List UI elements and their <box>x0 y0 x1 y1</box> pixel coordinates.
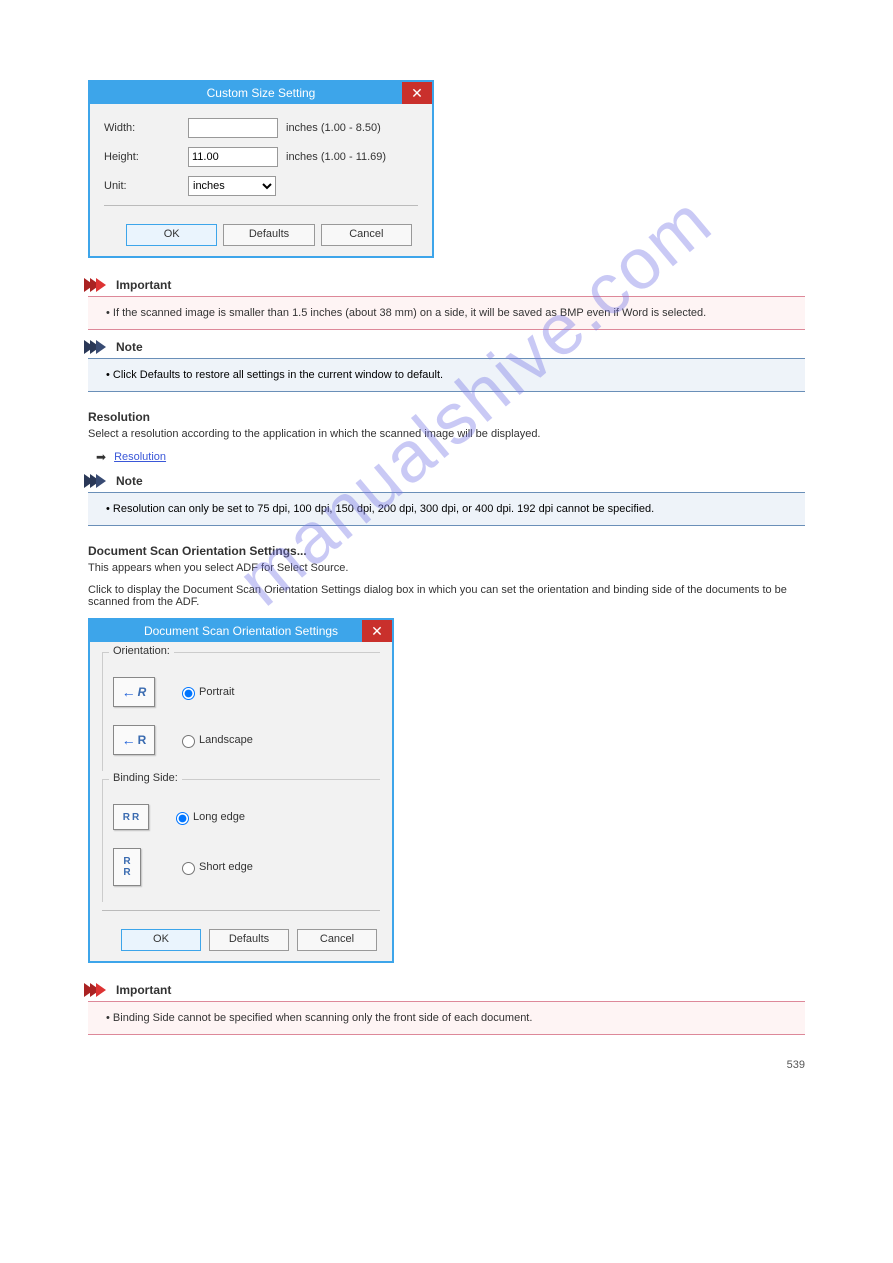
width-label: Width: <box>104 122 188 134</box>
ok-button[interactable]: OK <box>126 224 217 246</box>
important-text: If the scanned image is smaller than 1.5… <box>106 307 787 319</box>
width-range: inches (1.00 - 8.50) <box>286 122 381 134</box>
chevron-icon <box>88 278 106 292</box>
short-edge-radio[interactable]: Short edge <box>177 859 253 875</box>
landscape-radio[interactable]: Landscape <box>177 732 253 748</box>
short-edge-icon: RR <box>113 848 141 886</box>
resolution-term: Resolution <box>88 410 805 424</box>
resolution-link[interactable]: Resolution <box>114 451 166 463</box>
close-button[interactable]: ✕ <box>402 82 432 104</box>
orientation-def2: Click to display the Document Scan Orien… <box>88 584 805 608</box>
close-button[interactable]: ✕ <box>362 620 392 642</box>
orientation-term: Document Scan Orientation Settings... <box>88 544 805 558</box>
unit-select[interactable]: inches <box>188 176 276 196</box>
chevron-icon <box>88 983 106 997</box>
note-label: Note <box>116 340 143 354</box>
long-edge-icon: RR <box>113 804 149 830</box>
long-edge-radio[interactable]: Long edge <box>171 809 245 825</box>
important-banner: If the scanned image is smaller than 1.5… <box>88 296 805 330</box>
arrow-icon: ➡ <box>96 450 106 464</box>
resolution-def: Select a resolution according to the app… <box>88 428 805 440</box>
chevron-icon <box>88 340 106 354</box>
height-input[interactable] <box>188 147 278 167</box>
dialog-title: Document Scan Orientation Settings <box>144 624 338 638</box>
defaults-button[interactable]: Defaults <box>209 929 289 951</box>
width-input[interactable] <box>188 118 278 138</box>
cancel-button[interactable]: Cancel <box>297 929 377 951</box>
landscape-icon: ←R <box>113 725 155 755</box>
important-label: Important <box>116 983 171 997</box>
note-banner: Click Defaults to restore all settings i… <box>88 358 805 392</box>
dialog-title: Custom Size Setting <box>207 86 316 100</box>
note-banner: Resolution can only be set to 75 dpi, 10… <box>88 492 805 526</box>
portrait-icon: ←R <box>113 677 155 707</box>
height-range: inches (1.00 - 11.69) <box>286 151 386 163</box>
dialog-title-bar: Custom Size Setting ✕ <box>90 82 432 104</box>
page-number: 539 <box>88 1059 805 1071</box>
note-text: Resolution can only be set to 75 dpi, 10… <box>106 503 787 515</box>
height-label: Height: <box>104 151 188 163</box>
portrait-radio[interactable]: Portrait <box>177 684 234 700</box>
note-text: Click Defaults to restore all settings i… <box>106 369 787 381</box>
important-label: Important <box>116 278 171 292</box>
unit-label: Unit: <box>104 180 188 192</box>
orientation-def1: This appears when you select ADF for Sel… <box>88 562 805 574</box>
cancel-button[interactable]: Cancel <box>321 224 412 246</box>
custom-size-dialog: Custom Size Setting ✕ Width: inches (1.0… <box>88 80 434 258</box>
note-label: Note <box>116 474 143 488</box>
orientation-dialog: Document Scan Orientation Settings ✕ Ori… <box>88 618 394 963</box>
binding-group-label: Binding Side: <box>109 772 182 784</box>
important-banner: Binding Side cannot be specified when sc… <box>88 1001 805 1035</box>
orientation-group-label: Orientation: <box>109 645 174 657</box>
chevron-icon <box>88 474 106 488</box>
ok-button[interactable]: OK <box>121 929 201 951</box>
dialog-title-bar: Document Scan Orientation Settings ✕ <box>90 620 392 642</box>
important-text: Binding Side cannot be specified when sc… <box>106 1012 787 1024</box>
defaults-button[interactable]: Defaults <box>223 224 314 246</box>
